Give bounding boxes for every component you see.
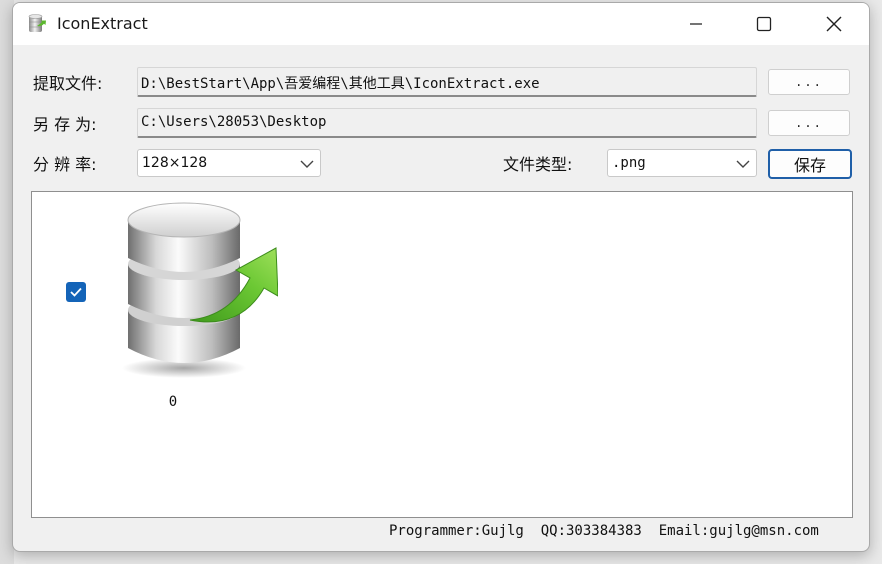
close-button[interactable] (803, 3, 865, 45)
app-database-icon (28, 14, 46, 32)
save-as-label: 另 存 为: (33, 115, 97, 134)
file-type-value: .png (612, 155, 646, 171)
minimize-icon (690, 23, 702, 25)
maximize-button[interactable] (733, 3, 795, 45)
icon-index-label: 0 (168, 394, 178, 410)
extract-file-path-field[interactable]: D:\BestStart\App\吾爱编程\其他工具\IconExtract.e… (137, 67, 757, 97)
save-as-path-field[interactable]: C:\Users\28053\Desktop (137, 108, 757, 138)
chevron-down-icon (736, 160, 750, 168)
database-export-icon[interactable] (118, 200, 278, 380)
resolution-value: 128×128 (142, 155, 208, 171)
file-type-label: 文件类型: (503, 155, 573, 174)
extract-file-label: 提取文件: (33, 74, 103, 93)
save-button[interactable]: 保存 (768, 149, 852, 179)
browse-extract-file-button[interactable]: ... (768, 69, 850, 95)
file-type-select[interactable]: .png (607, 149, 757, 177)
close-icon (826, 16, 842, 32)
chevron-down-icon (300, 160, 314, 168)
icon-list-panel[interactable]: 0 (31, 191, 853, 518)
checkmark-icon (70, 287, 82, 297)
browse-save-as-button[interactable]: ... (768, 110, 850, 136)
minimize-button[interactable] (665, 3, 727, 45)
iconextract-window: IconExtract 提取文件: D:\BestStart\App\吾爱编程\… (12, 2, 870, 552)
resolution-select[interactable]: 128×128 (137, 149, 321, 177)
footer-credits: Programmer:Gujlg QQ:303384383 Email:gujl… (389, 523, 819, 539)
title-bar[interactable]: IconExtract (13, 3, 869, 45)
resolution-label: 分 辨 率: (33, 155, 97, 174)
icon-select-checkbox[interactable] (66, 282, 86, 302)
maximize-icon (756, 16, 772, 32)
window-title: IconExtract (57, 14, 148, 33)
